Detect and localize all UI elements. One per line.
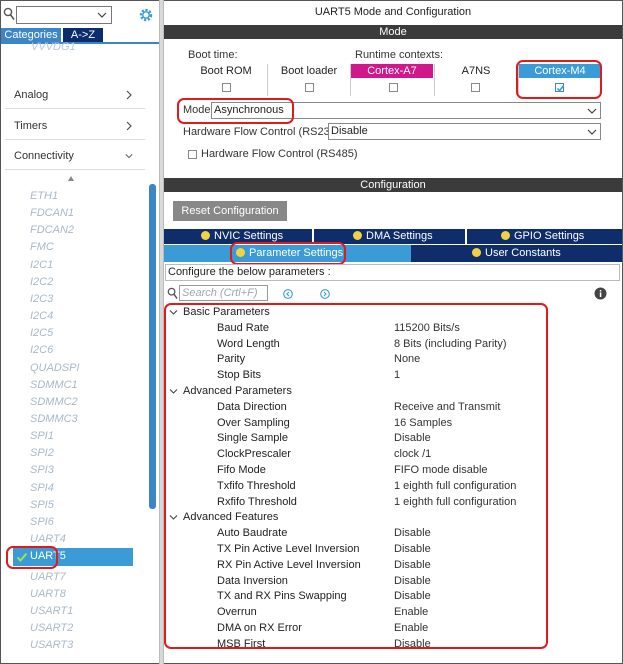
- peripheral-quadspi[interactable]: QUADSPI: [30, 362, 80, 374]
- divider: [5, 108, 145, 109]
- highlight-cortex-m4: [516, 60, 602, 99]
- chevron-down-icon[interactable]: [97, 10, 107, 20]
- hfc-rs232-select[interactable]: Disable: [328, 123, 601, 140]
- chevron-down-icon: [587, 108, 597, 114]
- hfc-rs485-label: Hardware Flow Control (RS485): [201, 148, 358, 160]
- context-cortex-a7-secure: Cortex-A7 secure: [351, 64, 433, 91]
- divider: [5, 139, 145, 140]
- sort-icon[interactable]: [67, 175, 75, 183]
- info-icon[interactable]: [594, 287, 607, 300]
- divider: [267, 64, 268, 96]
- highlight-mode: [177, 98, 294, 124]
- highlight-parameters: [164, 303, 548, 649]
- category-analog[interactable]: Analog: [1, 83, 149, 107]
- next-match-icon[interactable]: [320, 289, 330, 299]
- checkbox-boot-rom[interactable]: [222, 83, 231, 92]
- checkbox-cortex-a7-secure[interactable]: [389, 83, 398, 92]
- previous-match-icon[interactable]: [283, 289, 293, 299]
- context-a7ns: A7NS: [461, 65, 491, 77]
- search-row: [1, 5, 159, 25]
- category-label: Connectivity: [14, 150, 74, 162]
- tab-underline: [1, 42, 159, 44]
- status-dot-icon: [201, 231, 210, 240]
- mode-section-bar: Mode: [164, 25, 622, 39]
- chevron-right-icon: [126, 121, 132, 131]
- context-boot-loader: Boot loader: [280, 65, 338, 77]
- status-dot-icon: [472, 248, 481, 257]
- peripheral-spi3[interactable]: SPI3: [30, 464, 54, 476]
- list-item-cut: VVVDG1: [31, 41, 76, 53]
- checkbox-hfc-rs485[interactable]: [188, 150, 197, 159]
- category-connectivity[interactable]: Connectivity: [1, 144, 149, 168]
- context-boot-rom: Boot ROM: [200, 65, 252, 77]
- search-icon[interactable]: [3, 7, 15, 21]
- category-label: Analog: [14, 89, 49, 101]
- peripheral-uart8[interactable]: UART8: [30, 588, 66, 600]
- chevron-down-icon: [125, 154, 133, 159]
- peripheral-usart1[interactable]: USART1: [30, 605, 73, 617]
- divider: [350, 64, 351, 96]
- page-title: UART5 Mode and Configuration: [314, 6, 472, 18]
- runtime-label: Runtime contexts:: [355, 49, 444, 61]
- peripheral-sdmmc3[interactable]: SDMMC3: [30, 413, 78, 425]
- chevron-down-icon: [587, 129, 597, 135]
- configuration-section-bar: Configuration: [164, 178, 622, 192]
- category-label: Timers: [14, 120, 48, 132]
- peripheral-eth1[interactable]: ETH1: [30, 190, 58, 202]
- highlight-parameter-settings: [230, 242, 346, 265]
- peripheral-spi2[interactable]: SPI2: [30, 447, 54, 459]
- peripheral-spi6[interactable]: SPI6: [30, 516, 54, 528]
- parameter-search-input[interactable]: Search (Crtl+F): [179, 285, 268, 301]
- peripheral-usart2[interactable]: USART2: [30, 622, 73, 634]
- gear-icon[interactable]: [138, 7, 154, 23]
- peripheral-usart3[interactable]: USART3: [30, 639, 73, 651]
- peripheral-fmc[interactable]: FMC: [30, 241, 54, 253]
- status-dot-icon: [501, 231, 510, 240]
- peripheral-i2c4[interactable]: I2C4: [30, 310, 53, 322]
- tab-label: GPIO Settings: [514, 230, 585, 242]
- configure-hint: Configure the below parameters :: [165, 264, 620, 281]
- peripheral-fdcan1[interactable]: FDCAN1: [30, 207, 74, 219]
- tab-user-constants[interactable]: User Constants: [472, 246, 561, 261]
- peripheral-spi5[interactable]: SPI5: [30, 499, 54, 511]
- divider: [465, 229, 467, 244]
- highlight-uart5: [6, 546, 58, 569]
- checkbox-boot-loader[interactable]: [305, 83, 314, 92]
- reset-configuration-button[interactable]: Reset Configuration: [173, 201, 287, 221]
- peripheral-fdcan2[interactable]: FDCAN2: [30, 224, 74, 236]
- peripheral-i2c3[interactable]: I2C3: [30, 293, 53, 305]
- peripheral-uart7[interactable]: UART7: [30, 571, 66, 583]
- chevron-right-icon: [126, 90, 132, 100]
- sidebar-tabs: Categories A->Z: [1, 28, 159, 43]
- category-timers[interactable]: Timers: [1, 114, 149, 138]
- tab-gpio-settings[interactable]: GPIO Settings: [501, 229, 584, 244]
- boot-time-label: Boot time:: [188, 49, 238, 61]
- right-panel: UART5 Mode and Configuration Mode Boot t…: [164, 1, 622, 663]
- tab-label: DMA Settings: [366, 230, 433, 242]
- peripheral-spi1[interactable]: SPI1: [30, 430, 54, 442]
- peripheral-i2c5[interactable]: I2C5: [30, 327, 53, 339]
- divider: [5, 169, 145, 170]
- peripheral-sdmmc2[interactable]: SDMMC2: [30, 396, 78, 408]
- peripheral-sdmmc1[interactable]: SDMMC1: [30, 379, 78, 391]
- peripheral-spi4[interactable]: SPI4: [30, 482, 54, 494]
- status-dot-icon: [353, 231, 362, 240]
- checkbox-a7ns[interactable]: [471, 83, 480, 92]
- peripheral-i2c1[interactable]: I2C1: [30, 259, 53, 271]
- peripheral-uart4[interactable]: UART4: [30, 533, 66, 545]
- search-input[interactable]: [16, 6, 112, 24]
- peripheral-i2c6[interactable]: I2C6: [30, 344, 53, 356]
- hfc-rs232-value: Disable: [331, 125, 368, 137]
- sidebar-scrollbar[interactable]: [149, 184, 156, 509]
- divider: [434, 64, 435, 96]
- config-tabs-row1: NVIC Settings DMA Settings GPIO Settings: [164, 229, 622, 244]
- hfc-rs232-label: Hardware Flow Control (RS232): [183, 126, 340, 138]
- search-icon: [167, 287, 178, 299]
- tab-label: User Constants: [485, 247, 561, 259]
- tab-dma-settings[interactable]: DMA Settings: [353, 229, 433, 244]
- peripheral-i2c2[interactable]: I2C2: [30, 276, 53, 288]
- tab-label: NVIC Settings: [214, 230, 284, 242]
